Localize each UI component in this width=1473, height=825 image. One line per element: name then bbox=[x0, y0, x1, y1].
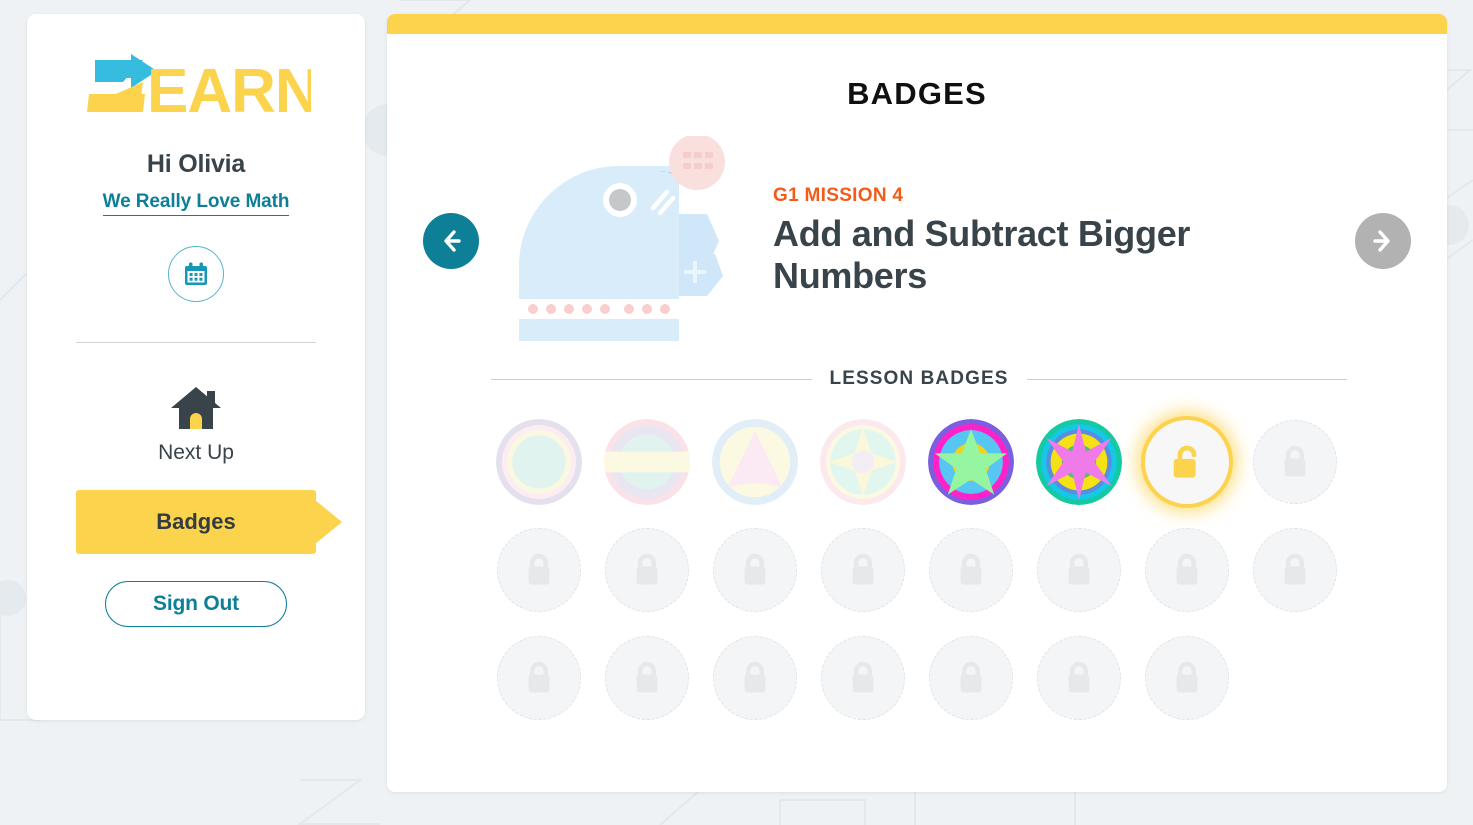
mission-row: G1 MISSION 4 Add and Subtract Bigger Num… bbox=[387, 136, 1447, 346]
arrow-left-icon bbox=[444, 230, 461, 252]
calendar-icon bbox=[185, 262, 207, 285]
locked-badge[interactable] bbox=[929, 527, 1013, 612]
lock-icon bbox=[528, 553, 550, 585]
unlock-icon bbox=[1173, 445, 1197, 478]
lock-icon bbox=[960, 553, 982, 585]
badge-rings[interactable] bbox=[496, 418, 582, 505]
top-accent-bar bbox=[387, 14, 1447, 34]
lock-icon bbox=[1176, 553, 1198, 585]
lock-icon bbox=[852, 661, 874, 693]
locked-badge[interactable] bbox=[1253, 419, 1337, 504]
lock-icon bbox=[960, 661, 982, 693]
badge-cell bbox=[1133, 526, 1241, 613]
badge-cell bbox=[1241, 418, 1349, 505]
locked-badge[interactable] bbox=[1253, 527, 1337, 612]
locked-badge[interactable] bbox=[605, 527, 689, 612]
locked-badge[interactable] bbox=[929, 635, 1013, 720]
locked-badge[interactable] bbox=[1037, 635, 1121, 720]
lock-icon bbox=[1284, 445, 1306, 477]
badge-cell bbox=[1133, 418, 1241, 505]
badge-cell bbox=[485, 418, 593, 505]
badge-cell bbox=[917, 634, 1025, 721]
badge-star6[interactable] bbox=[1036, 418, 1122, 505]
badge-cell bbox=[593, 526, 701, 613]
zearn-logo[interactable]: EARN bbox=[81, 50, 320, 126]
locked-badge[interactable] bbox=[821, 635, 905, 720]
badge-grid bbox=[387, 418, 1447, 721]
locked-badge[interactable] bbox=[497, 527, 581, 612]
lock-icon bbox=[636, 553, 658, 585]
badge-cell bbox=[701, 634, 809, 721]
badge-cell bbox=[917, 418, 1025, 505]
badge-cell bbox=[1241, 526, 1349, 613]
locked-badge[interactable] bbox=[605, 635, 689, 720]
badge-cell bbox=[809, 526, 917, 613]
home-icon bbox=[170, 387, 221, 429]
locked-badge[interactable] bbox=[497, 635, 581, 720]
badge-band[interactable] bbox=[604, 418, 690, 505]
unlocked-badge-button[interactable] bbox=[1145, 419, 1229, 504]
badge-cell bbox=[701, 418, 809, 505]
previous-mission-button[interactable] bbox=[423, 213, 479, 269]
locked-badge[interactable] bbox=[713, 635, 797, 720]
mission-title: Add and Subtract Bigger Numbers bbox=[773, 213, 1191, 296]
svg-text:EARN: EARN bbox=[147, 57, 311, 124]
mission-eyebrow: G1 MISSION 4 bbox=[773, 185, 904, 207]
badge-cell bbox=[593, 634, 701, 721]
badge-cell bbox=[1025, 634, 1133, 721]
badge-triangle[interactable] bbox=[712, 418, 798, 505]
badge-cell bbox=[701, 526, 809, 613]
badge-cell bbox=[485, 526, 593, 613]
divider-left bbox=[491, 378, 812, 380]
page-title: BADGES bbox=[847, 76, 987, 111]
badge-cell bbox=[809, 634, 917, 721]
lock-icon bbox=[852, 553, 874, 585]
lock-icon bbox=[1068, 553, 1090, 585]
badge-cell bbox=[1025, 418, 1133, 505]
sign-out-button[interactable]: Sign Out bbox=[105, 581, 287, 627]
badge-cell bbox=[1025, 526, 1133, 613]
lock-icon bbox=[636, 661, 658, 693]
locked-badge[interactable] bbox=[1037, 527, 1121, 612]
class-name-link[interactable]: We Really Love Math bbox=[102, 191, 289, 216]
sidebar-divider bbox=[76, 342, 316, 343]
sidebar-item-label: Badges bbox=[156, 509, 236, 534]
badge-cell bbox=[917, 526, 1025, 613]
badge-cell bbox=[593, 418, 701, 505]
next-mission-button[interactable] bbox=[1355, 213, 1411, 269]
badge-cell bbox=[485, 634, 593, 721]
locked-badge[interactable] bbox=[821, 527, 905, 612]
lock-icon bbox=[744, 661, 766, 693]
locked-badge[interactable] bbox=[1145, 527, 1229, 612]
sidebar: EARN Hi Olivia We Really Love Math Next … bbox=[27, 14, 365, 720]
lesson-badges-section-header: LESSON BADGES bbox=[491, 368, 1347, 390]
mission-text: G1 MISSION 4 Add and Subtract Bigger Num… bbox=[773, 185, 1355, 297]
main-content-card: BADGES G1 MISSION 4 Add and Subtract Big… bbox=[387, 14, 1447, 792]
lock-icon bbox=[1284, 553, 1306, 585]
lock-icon bbox=[1176, 661, 1198, 693]
sidebar-item-label: Next Up bbox=[158, 441, 234, 464]
calendar-button[interactable] bbox=[168, 246, 224, 302]
locked-badge[interactable] bbox=[1145, 635, 1229, 720]
sidebar-item-badges[interactable]: Badges bbox=[76, 490, 316, 554]
badge-star4[interactable] bbox=[820, 418, 906, 505]
greeting: Hi Olivia bbox=[146, 150, 246, 178]
badge-star5[interactable] bbox=[928, 418, 1014, 505]
divider-right bbox=[1026, 378, 1347, 380]
sidebar-item-next-up[interactable]: Next Up bbox=[158, 385, 234, 465]
badge-cell bbox=[1133, 634, 1241, 721]
lock-icon bbox=[528, 661, 550, 693]
arrow-right-icon bbox=[1373, 230, 1390, 252]
badge-cell bbox=[809, 418, 917, 505]
lock-icon bbox=[744, 553, 766, 585]
locked-badge[interactable] bbox=[713, 527, 797, 612]
section-title: LESSON BADGES bbox=[829, 368, 1009, 389]
lock-icon bbox=[1068, 661, 1090, 693]
mission-illustration bbox=[519, 136, 725, 341]
